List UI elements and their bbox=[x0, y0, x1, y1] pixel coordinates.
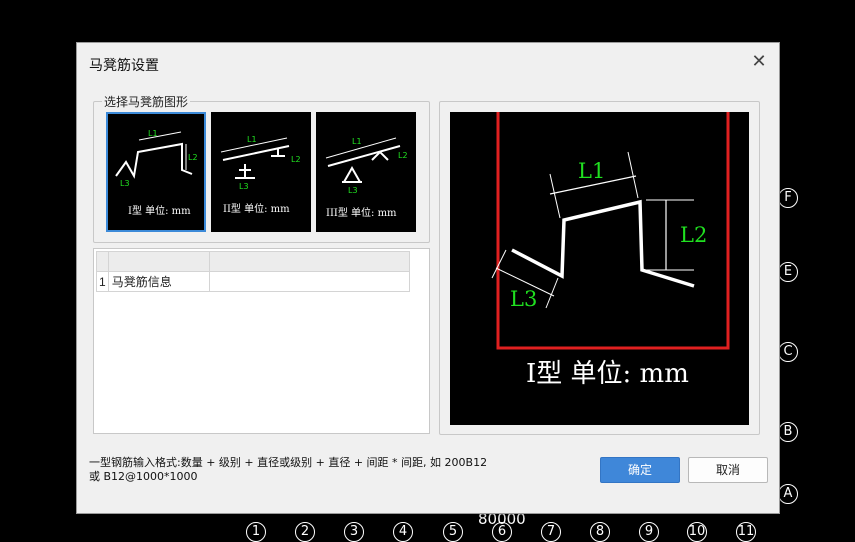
preview-caption: I型 单位: mm bbox=[526, 359, 689, 389]
thumb1-l3: L3 bbox=[120, 179, 130, 188]
shape-thumb-type3[interactable]: L1 L2 L3 III型 单位: mm bbox=[316, 112, 416, 232]
axis-bubble-a: A bbox=[778, 484, 798, 504]
axis-bubble-4: 4 bbox=[393, 522, 413, 542]
axis-bubble-1: 1 bbox=[246, 522, 266, 542]
thumb3-l1: L1 bbox=[352, 137, 362, 146]
axis-bubble-8: 8 bbox=[590, 522, 610, 542]
thumb3-caption: III型 单位: mm bbox=[326, 206, 397, 219]
dialog-window: 马凳筋设置 ✕ 选择马凳筋图形 L1 L2 L3 I型 单位: mm L1 L2… bbox=[76, 42, 780, 514]
preview-canvas: L1 L2 L3 I型 单位: mm bbox=[450, 108, 749, 425]
preview-panel: L1 L2 L3 I型 单位: mm bbox=[439, 101, 760, 435]
thumb2-l1: L1 bbox=[247, 135, 257, 144]
axis-bubble-7: 7 bbox=[541, 522, 561, 542]
header-corner bbox=[96, 251, 109, 272]
thumb3-l3: L3 bbox=[348, 186, 358, 195]
dialog-title: 马凳筋设置 bbox=[89, 57, 159, 73]
table-header bbox=[96, 251, 410, 272]
axis-bubble-2: 2 bbox=[295, 522, 315, 542]
axis-bubble-b: B bbox=[778, 422, 798, 442]
thumb1-l2: L2 bbox=[188, 153, 198, 162]
axis-bubble-c: C bbox=[778, 342, 798, 362]
header-value-col bbox=[208, 251, 410, 272]
table-row[interactable]: 1 马凳筋信息 bbox=[96, 271, 410, 292]
thumb1-caption: I型 单位: mm bbox=[128, 204, 191, 217]
preview-l3: L3 bbox=[510, 287, 537, 311]
row-number: 1 bbox=[96, 271, 109, 292]
thumb2-l2: L2 bbox=[291, 155, 301, 164]
preview-l2: L2 bbox=[680, 223, 707, 247]
shape-group: 选择马凳筋图形 L1 L2 L3 I型 单位: mm L1 L2 L3 II型 … bbox=[93, 93, 430, 243]
axis-bubble-11: 11 bbox=[736, 522, 756, 542]
axis-bubble-e: E bbox=[778, 262, 798, 282]
input-format-hint: 一型钢筋输入格式:数量 + 级别 + 直径或级别 + 直径 + 间距 * 间距,… bbox=[89, 456, 487, 484]
thumb2-l3: L3 bbox=[239, 182, 249, 191]
axis-bubble-5: 5 bbox=[443, 522, 463, 542]
group-label: 选择马凳筋图形 bbox=[102, 93, 191, 110]
hint-line-2: 或 B12@1000*1000 bbox=[89, 470, 198, 483]
preview-l1: L1 bbox=[578, 159, 605, 183]
shape-thumb-type2[interactable]: L1 L2 L3 II型 单位: mm bbox=[211, 112, 311, 232]
thumb1-l1: L1 bbox=[148, 129, 158, 138]
cancel-button[interactable]: 取消 bbox=[688, 457, 768, 483]
axis-bubble-9: 9 bbox=[639, 522, 659, 542]
axis-bubble-f: F bbox=[778, 188, 798, 208]
header-name-col bbox=[107, 251, 210, 272]
thumb3-l2: L2 bbox=[398, 151, 408, 160]
shape-thumb-type1[interactable]: L1 L2 L3 I型 单位: mm bbox=[106, 112, 206, 232]
row-value-cell[interactable] bbox=[208, 271, 410, 292]
ok-button[interactable]: 确定 bbox=[600, 457, 680, 483]
axis-bubble-3: 3 bbox=[344, 522, 364, 542]
row-label: 马凳筋信息 bbox=[107, 271, 210, 292]
close-icon[interactable]: ✕ bbox=[749, 51, 769, 71]
hint-line-1: 一型钢筋输入格式:数量 + 级别 + 直径或级别 + 直径 + 间距 * 间距,… bbox=[89, 456, 488, 469]
property-table: 1 马凳筋信息 bbox=[93, 248, 430, 434]
thumb2-caption: II型 单位: mm bbox=[223, 202, 290, 215]
axis-bubble-10: 10 bbox=[687, 522, 707, 542]
